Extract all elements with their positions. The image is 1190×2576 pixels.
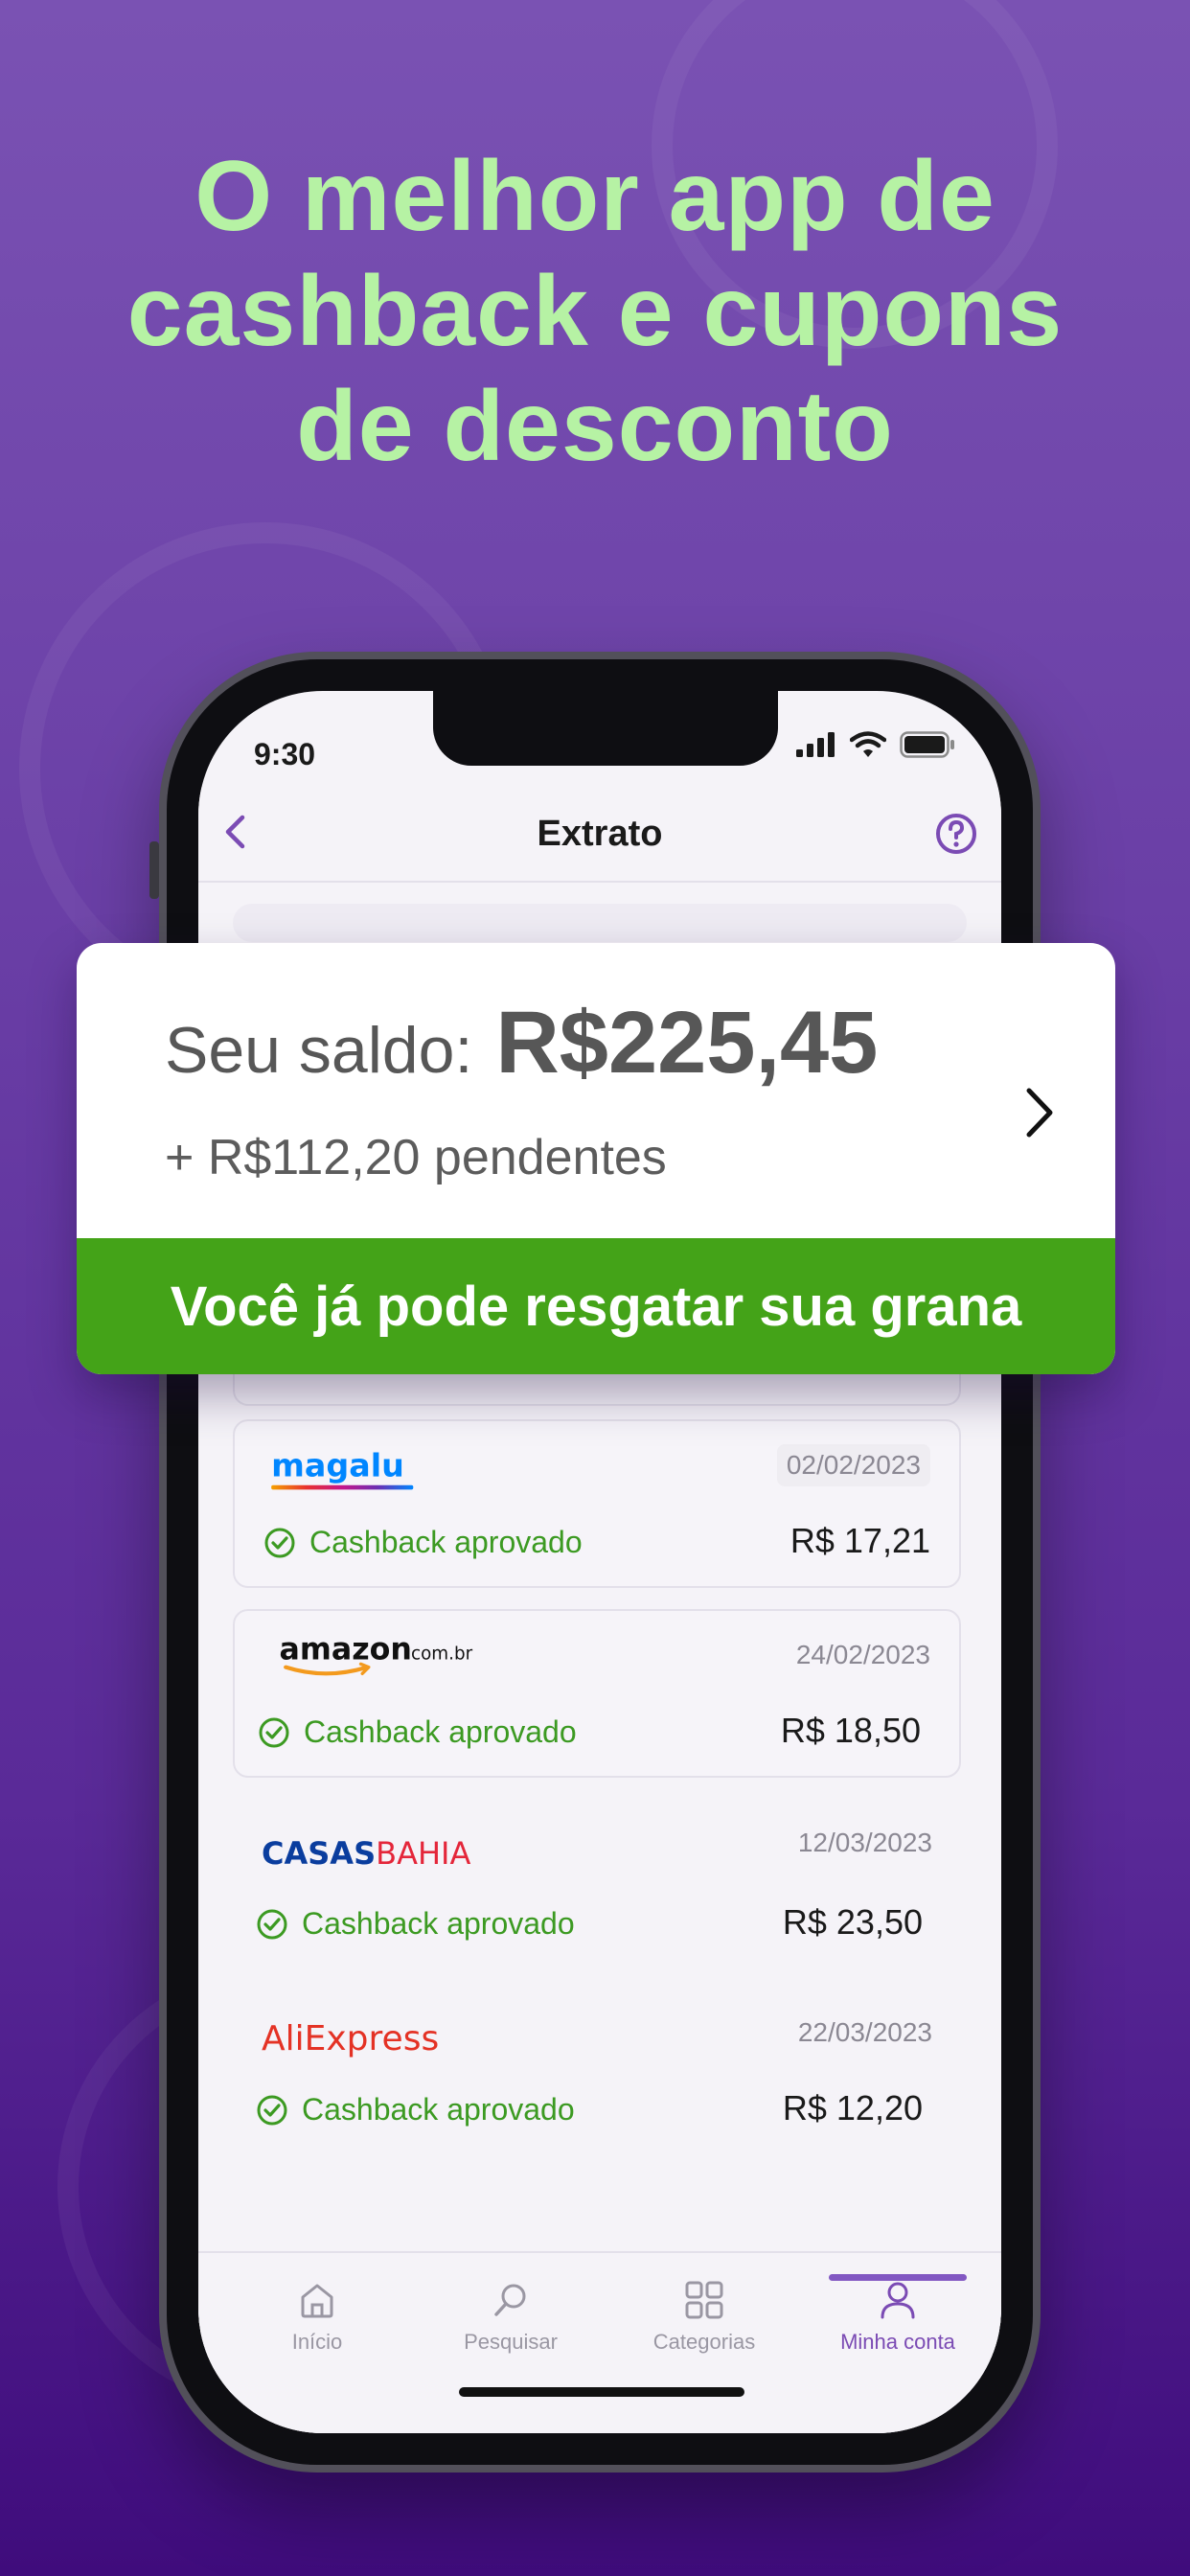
transaction-card[interactable]: AliExpress 22/03/2023 Cashback aprovado … [233,1992,961,2161]
user-icon [881,2282,915,2319]
check-circle-icon [257,2095,287,2125]
transaction-amount: R$ 23,50 [782,1902,923,1942]
tab-label: Pesquisar [464,2330,558,2354]
chevron-right-icon[interactable] [1016,1079,1064,1146]
transaction-card[interactable]: CASASBAHIA 12/03/2023 Cashback aprovado … [233,1803,961,1971]
tab-label: Início [291,2330,343,2354]
headline-line-1: O melhor app de [195,141,995,252]
tab-pesquisar[interactable]: Pesquisar [415,2278,606,2355]
transaction-card[interactable]: amazon .com.br 24/02/2023 Cashback aprov… [233,1609,961,1778]
phone-mockup: 9:30 Extrato magalu 02/02/2023 Cashback … [149,652,1050,2472]
headline-line-2: cashback e cupons [126,256,1064,367]
home-indicator [459,2387,744,2397]
transaction-status-label: Cashback aprovado [304,1714,577,1749]
search-icon [494,2284,526,2316]
active-tab-indicator [829,2274,967,2281]
svg-text:magalu: magalu [271,1446,404,1484]
phone-side-button [149,841,159,899]
tab-bar: Início Pesquisar Categorias Minha conta [198,2251,1001,2433]
balance-card[interactable]: Seu saldo: R$225,45 + R$112,20 pendentes… [77,943,1115,1374]
tab-categorias[interactable]: Categorias [608,2278,800,2355]
marketing-headline: O melhor app de cashback e cupons de des… [57,139,1133,484]
transaction-amount: R$ 18,50 [780,1711,921,1750]
check-circle-icon [264,1528,295,1557]
transaction-date: 22/03/2023 [797,2017,932,2047]
magalu-logo: magalu [271,1446,414,1490]
transaction-status-label: Cashback aprovado [302,1906,575,1941]
nav-header: Extrato [198,787,1001,883]
aliexpress-logo: AliExpress [262,2019,439,2067]
transaction-date: 24/02/2023 [795,1640,930,1669]
battery-icon [900,731,954,758]
transaction-status-label: Cashback aprovado [302,2092,575,2127]
balance-line: Seu saldo: R$225,45 [165,993,878,1093]
status-bar-icons [796,731,955,758]
pending-balance: + R$112,20 pendentes [165,1130,667,1185]
tab-inicio[interactable]: Início [221,2278,413,2355]
transaction-status: Cashback aprovado [256,2092,575,2128]
redeem-cashback-button[interactable]: Você já pode resgatar sua grana [77,1238,1115,1374]
phone-notch [433,691,778,766]
svg-text:.com.br: .com.br [405,1644,472,1664]
transaction-status-label: Cashback aprovado [309,1525,583,1559]
page-title: Extrato [537,814,663,854]
tab-label: Categorias [652,2330,756,2354]
home-icon [301,2284,333,2318]
help-icon[interactable] [932,810,980,858]
transaction-card[interactable]: magalu 02/02/2023 Cashback aprovado R$ 1… [233,1419,961,1588]
transaction-status: Cashback aprovado [256,1906,575,1942]
casas-bahia-logo-part2: BAHIA [376,1835,471,1872]
balance-label: Seu saldo: [165,1014,473,1087]
headline-line-3: de desconto [296,371,894,482]
signal-icon [796,732,835,757]
wifi-icon [850,731,886,757]
svg-text:amazon: amazon [280,1632,412,1667]
check-circle-icon [259,1717,289,1747]
transaction-date: 12/03/2023 [797,1828,932,1857]
transaction-status: Cashback aprovado [258,1714,577,1750]
status-bar-time: 9:30 [254,737,316,771]
transaction-date: 02/02/2023 [776,1444,930,1486]
check-circle-icon [257,1909,287,1939]
transaction-amount: R$ 12,20 [782,2088,923,2128]
balance-value: R$225,45 [495,994,879,1092]
transaction-status: Cashback aprovado [263,1525,583,1560]
amazon-logo: amazon .com.br [280,1632,473,1676]
casas-bahia-logo: CASASBAHIA [262,1835,470,1883]
summary-card-background [233,904,967,942]
tab-label: Minha conta [840,2330,955,2354]
grid-icon [685,2281,723,2319]
tab-minha-conta[interactable]: Minha conta [802,2274,994,2355]
casas-bahia-logo-part1: CASAS [262,1835,377,1872]
aliexpress-logo-label: AliExpress [262,2019,440,2058]
transaction-amount: R$ 17,21 [790,1521,930,1560]
